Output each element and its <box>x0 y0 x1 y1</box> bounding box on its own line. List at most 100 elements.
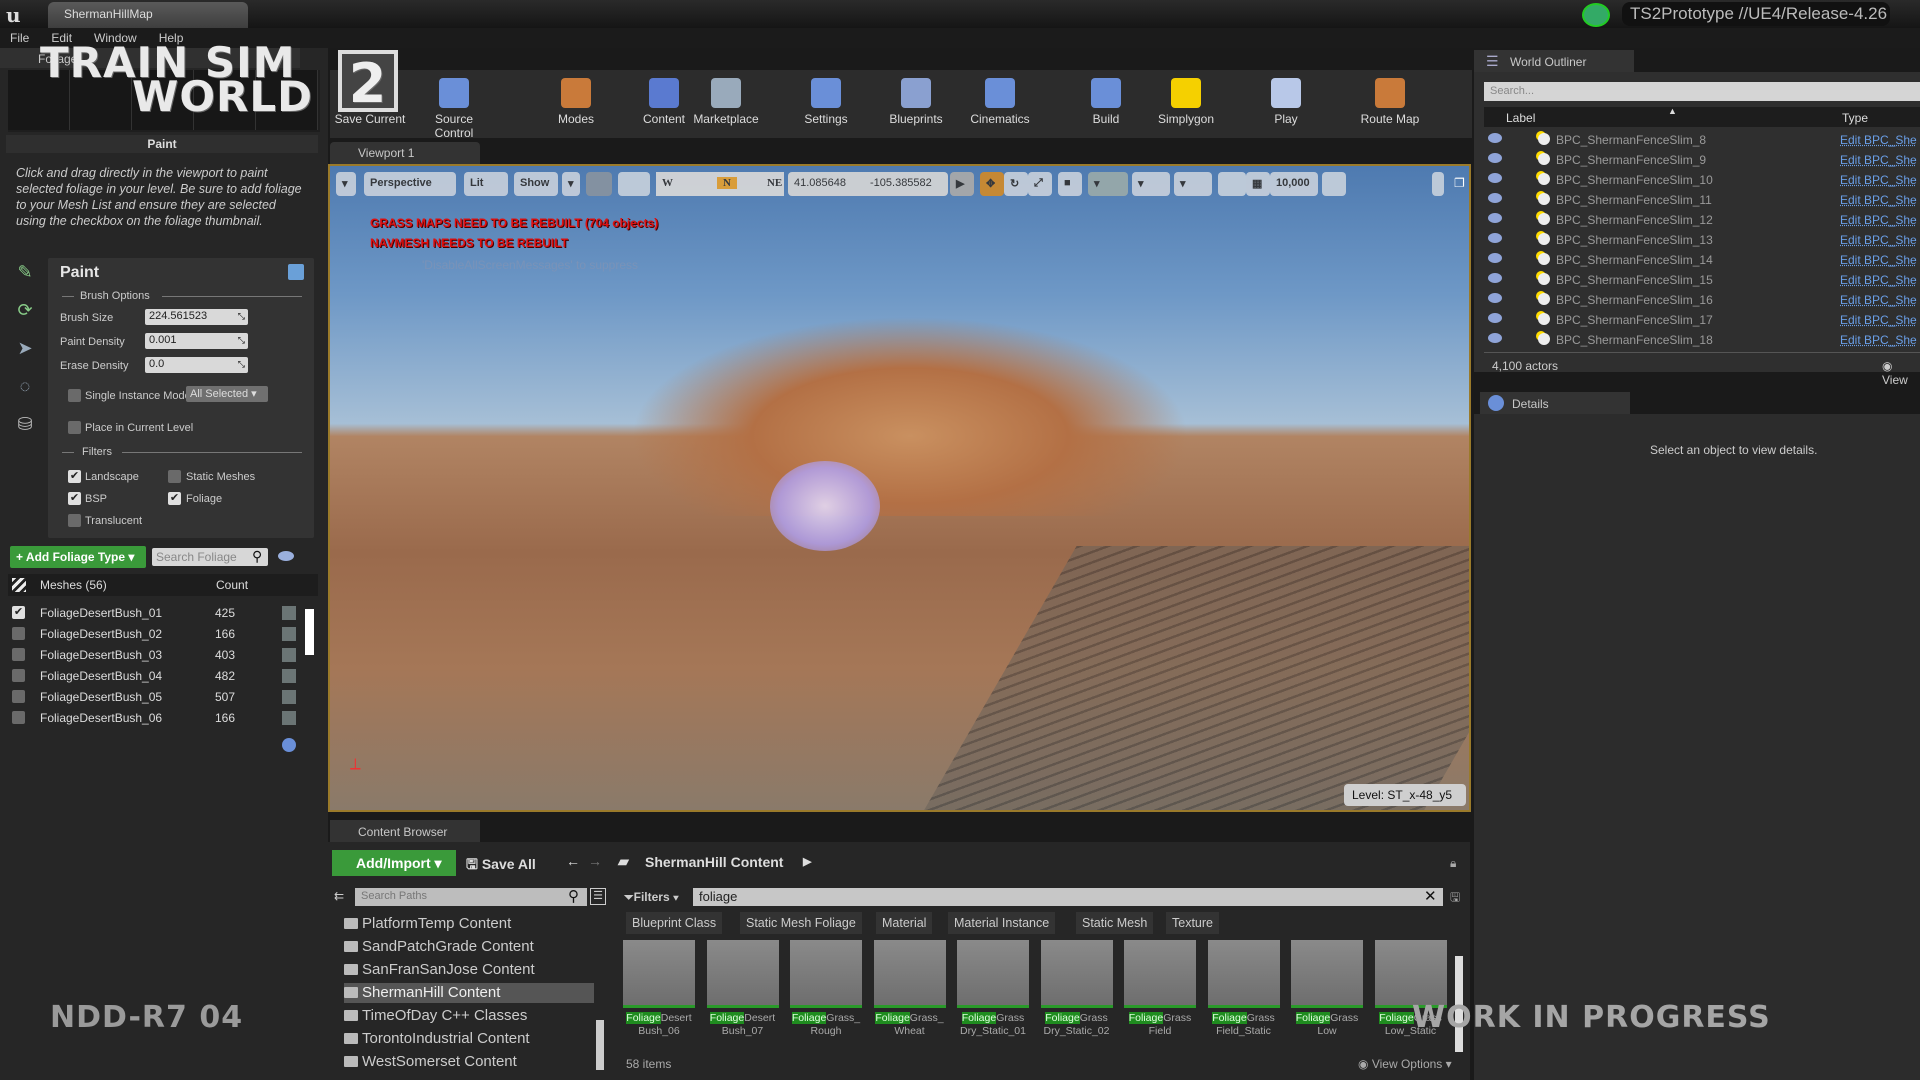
path-tree-item[interactable]: TorontoIndustrial Content <box>344 1029 594 1049</box>
path-chevron-icon[interactable]: ▶ <box>803 855 811 868</box>
visibility-eye-icon[interactable] <box>1488 273 1502 283</box>
visibility-eye-icon[interactable] <box>1488 193 1502 203</box>
filter-chip[interactable]: Blueprint Class <box>626 912 723 934</box>
visibility-eye-icon[interactable] <box>1488 253 1502 263</box>
map-tab[interactable]: ShermanHillMap <box>48 2 248 28</box>
current-path-breadcrumb[interactable]: ShermanHill Content <box>645 854 783 870</box>
filter-chip[interactable]: Static Mesh <box>1076 912 1154 934</box>
modes-button[interactable]: Modes <box>540 76 612 136</box>
outliner-row[interactable]: BPC_ShermanFenceSlim_14 Edit BPC_She <box>1484 250 1920 270</box>
lock-icon[interactable]: 🔒︎ <box>1450 856 1456 871</box>
path-view-options-icon[interactable]: ☰ <box>590 888 606 905</box>
outliner-row[interactable]: BPC_ShermanFenceSlim_8 Edit BPC_She <box>1484 130 1920 150</box>
asset-tile[interactable]: FoliageGrass Dry_Static_01 <box>957 940 1029 1048</box>
mesh-checkbox[interactable] <box>12 648 25 661</box>
details-toggle-icon[interactable] <box>282 738 296 752</box>
select-tool-icon[interactable]: ➤ <box>10 338 40 368</box>
filter-chip[interactable]: Texture <box>1166 912 1219 934</box>
surface-snap-icon[interactable]: ■ <box>1058 172 1082 196</box>
collapse-sources-icon[interactable]: ⇇ <box>334 889 344 903</box>
edit-blueprint-link[interactable]: Edit BPC_She <box>1840 193 1917 207</box>
search-icon[interactable]: ⚲ <box>252 548 262 565</box>
path-tree-item[interactable]: SanFranSanJose Content <box>344 960 594 980</box>
forward-arrow-icon[interactable]: → <box>588 853 602 869</box>
visibility-eye-icon[interactable] <box>1488 213 1502 223</box>
mesh-list-item[interactable]: FoliageDesertBush_06 166 <box>8 708 298 728</box>
blueprints-button[interactable]: Blueprints <box>880 76 952 136</box>
search-paths-input[interactable]: Search Paths <box>355 888 587 906</box>
grid-snap-icon[interactable] <box>1218 172 1246 196</box>
visibility-eye-icon[interactable] <box>1488 333 1502 343</box>
spin-icon[interactable]: ⤡ <box>238 335 245 346</box>
mesh-checkbox[interactable] <box>12 669 25 682</box>
reapply-tool-icon[interactable]: ⟳ <box>10 300 40 330</box>
outliner-row[interactable]: BPC_ShermanFenceSlim_17 Edit BPC_She <box>1484 310 1920 330</box>
asset-tile[interactable]: FoliageGrass Field <box>1124 940 1196 1048</box>
visibility-eye-icon[interactable] <box>278 551 294 561</box>
maximize-viewport-icon[interactable]: ❐ <box>1454 176 1465 190</box>
edit-blueprint-link[interactable]: Edit BPC_She <box>1840 133 1917 147</box>
outliner-row[interactable]: BPC_ShermanFenceSlim_12 Edit BPC_She <box>1484 210 1920 230</box>
filters-dropdown[interactable]: ⏷Filters ▾ <box>624 890 679 905</box>
asset-tile[interactable]: FoliageGrass Field_Static <box>1207 940 1280 1048</box>
layers-dropdown[interactable]: ▾ <box>1132 172 1170 196</box>
view-options-button[interactable]: ◉ View Options ▾ <box>1358 1057 1452 1071</box>
edit-blueprint-link[interactable]: Edit BPC_She <box>1840 333 1917 347</box>
angle-snap-icon[interactable] <box>1322 172 1346 196</box>
lasso-tool-icon[interactable]: ◌ <box>10 376 40 406</box>
route-map-button[interactable]: Route Map <box>1354 76 1426 136</box>
content-browser-tab[interactable]: Content Browser <box>330 820 480 842</box>
edit-blueprint-link[interactable]: Edit BPC_She <box>1840 313 1917 327</box>
source-control-button[interactable]: Source Control <box>418 76 490 140</box>
mesh-list-item[interactable]: FoliageDesertBush_02 166 <box>8 624 298 644</box>
asset-tile[interactable]: FoliageGrass_ Wheat <box>873 940 946 1048</box>
search-icon[interactable]: ⚲ <box>568 887 579 905</box>
path-tree-item[interactable]: SandPatchGrade Content <box>344 937 594 957</box>
go-to-coordinates-button[interactable]: ▶ <box>950 172 974 196</box>
viewport-more-button[interactable] <box>1432 172 1444 196</box>
static-meshes-checkbox[interactable] <box>168 470 181 483</box>
asset-tile[interactable]: FoliageDesert Bush_06 <box>623 940 695 1048</box>
mesh-list-item[interactable]: FoliageDesertBush_05 507 <box>8 687 298 707</box>
edit-blueprint-link[interactable]: Edit BPC_She <box>1840 173 1917 187</box>
scale-mode-icon[interactable]: ⤢ <box>1028 172 1052 196</box>
type-column-header[interactable]: Type <box>1842 111 1868 125</box>
single-instance-checkbox[interactable] <box>68 389 81 402</box>
foliage-checkbox[interactable]: ✔ <box>168 492 181 505</box>
show-dropdown[interactable]: ▾ <box>562 172 580 196</box>
filter-chip[interactable]: Material Instance <box>948 912 1056 934</box>
realtime-dropdown[interactable]: ▾ <box>1088 172 1128 196</box>
coordinates-input[interactable]: 41.085648 -105.385582 <box>788 172 948 196</box>
game-view-icon[interactable] <box>586 172 612 196</box>
visibility-eye-icon[interactable] <box>1488 313 1502 323</box>
single-instance-dropdown[interactable]: All Selected ▾ <box>186 386 268 402</box>
translucent-checkbox[interactable] <box>68 514 81 527</box>
build-button[interactable]: Build <box>1070 76 1142 136</box>
camera-speed-icon[interactable] <box>618 172 650 196</box>
paint-section-header[interactable]: Paint <box>6 135 318 153</box>
save-all-button[interactable]: 🖫 Save All <box>466 854 536 878</box>
rotate-mode-icon[interactable]: ↻ <box>1004 172 1028 196</box>
asset-tile[interactable]: FoliageDesert Bush_07 <box>706 940 779 1048</box>
level-viewport[interactable]: ▾ Perspective Lit Show ▾ W N NE 41.085648 -… <box>328 164 1471 812</box>
save-search-icon[interactable]: 🖫 <box>1450 888 1460 909</box>
perspective-button[interactable]: Perspective <box>364 172 456 196</box>
visibility-eye-icon[interactable] <box>1488 153 1502 163</box>
grid-icon[interactable]: ▦ <box>1246 172 1270 196</box>
outliner-row[interactable]: BPC_ShermanFenceSlim_11 Edit BPC_She <box>1484 190 1920 210</box>
place-current-level-checkbox[interactable] <box>68 421 81 434</box>
add-import-button[interactable]: Add/Import ▾ <box>332 850 456 876</box>
edit-blueprint-link[interactable]: Edit BPC_She <box>1840 233 1917 247</box>
mesh-list-item[interactable]: FoliageDesertBush_04 482 <box>8 666 298 686</box>
label-column-header[interactable]: Label <box>1506 111 1535 125</box>
brush-size-input[interactable]: 224.561523 ⤡ <box>145 309 248 325</box>
outliner-row[interactable]: BPC_ShermanFenceSlim_13 Edit BPC_She <box>1484 230 1920 250</box>
add-foliage-type-button[interactable]: + Add Foliage Type ▾ <box>10 546 146 568</box>
mesh-list-scrollbar[interactable] <box>305 609 314 655</box>
outliner-row[interactable]: BPC_ShermanFenceSlim_18 Edit BPC_She <box>1484 330 1920 350</box>
play-button[interactable]: Play <box>1250 76 1322 136</box>
mesh-checkbox[interactable] <box>12 627 25 640</box>
count-column-header[interactable]: Count <box>216 578 248 592</box>
viewport-options-dropdown[interactable]: ▾ <box>336 172 356 196</box>
edit-blueprint-link[interactable]: Edit BPC_She <box>1840 213 1917 227</box>
